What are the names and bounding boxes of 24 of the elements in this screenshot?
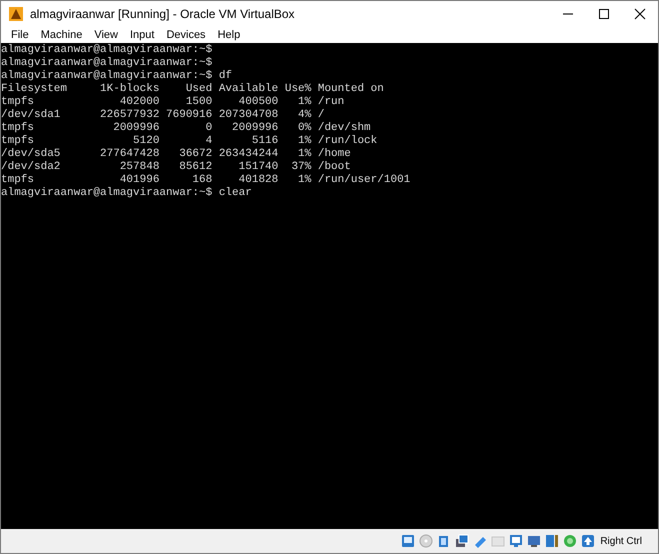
host-key-label: Right Ctrl bbox=[600, 536, 642, 546]
menu-item[interactable]: View bbox=[88, 29, 124, 41]
terminal-line: Filesystem 1K-blocks Used Available Use% Mounted on bbox=[1, 83, 385, 96]
terminal-line: almagviraanwar@almagviraanwar:~$ clear bbox=[1, 187, 253, 200]
terminal-line: almagviraanwar@almagviraanwar:~$ bbox=[1, 44, 214, 57]
menu-item[interactable]: Machine bbox=[34, 29, 88, 41]
app-logo-icon bbox=[8, 6, 24, 22]
terminal-line: almagviraanwar@almagviraanwar:~$ bbox=[1, 57, 214, 70]
menu-item[interactable]: Devices bbox=[160, 29, 212, 41]
display-icon[interactable] bbox=[508, 533, 524, 549]
terminal-line: tmpfs 401996 168 401828 1% /run/user/1001 bbox=[1, 174, 412, 187]
monitor-icon[interactable] bbox=[526, 533, 542, 549]
terminal-line: /dev/sda1 226577932 7690916 207304708 4% / bbox=[1, 109, 326, 122]
menu-item[interactable]: File bbox=[5, 29, 35, 41]
window-title: almagviraanwar [Running] - Oracle VM VirtualBox bbox=[30, 7, 296, 21]
menu-item[interactable]: Input bbox=[124, 29, 160, 41]
disc-icon[interactable] bbox=[418, 533, 434, 549]
terminal-line: /dev/sda5 277647428 36672 263434244 1% /home bbox=[1, 148, 352, 161]
terminal-line: /dev/sda2 257848 85612 151740 37% /boot bbox=[1, 161, 352, 174]
terminal-line: tmpfs 5120 4 5116 1% /run/lock bbox=[1, 135, 378, 148]
terminal-line: tmpfs 402000 1500 400500 1% /run bbox=[1, 96, 346, 109]
menu-item[interactable]: Help bbox=[212, 29, 246, 41]
terminal-line: tmpfs 2009996 0 2009996 0% /dev/shm bbox=[1, 122, 372, 135]
terminal-line: almagviraanwar@almagviraanwar:~$ df bbox=[1, 70, 234, 83]
